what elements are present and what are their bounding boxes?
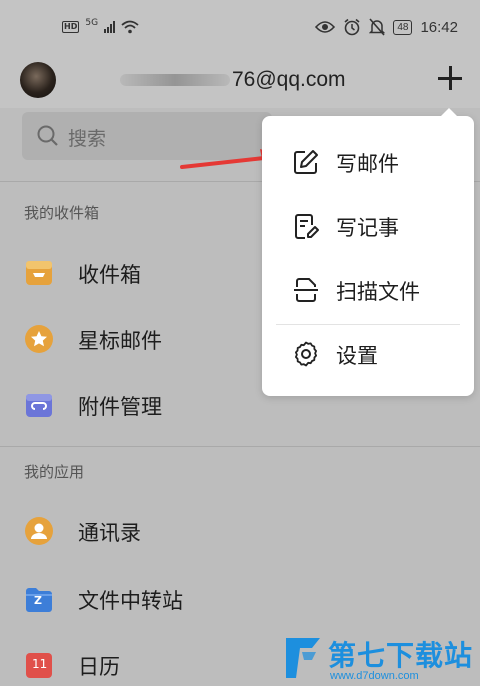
menu-item-note[interactable]: 写记事 [262, 198, 474, 254]
list-item-label: 附件管理 [78, 395, 162, 419]
menu-item-label: 写邮件 [336, 152, 399, 176]
status-bar: HD 5G 48 16:42 [0, 0, 480, 56]
inbox-section-title: 我的收件箱 [24, 204, 100, 222]
menu-item-scan[interactable]: 扫描文件 [262, 262, 474, 318]
alarm-icon [344, 18, 360, 36]
list-item-label: 收件箱 [78, 263, 141, 287]
app-header: 76@qq.com [0, 56, 480, 108]
calendar-badge: 11 [32, 657, 48, 671]
inbox-tray-icon [26, 261, 52, 285]
battery-icon: 48 [393, 19, 413, 35]
redacted-email [120, 74, 230, 86]
list-item-contacts[interactable]: 通讯录 [0, 500, 480, 564]
list-item-label: 日历 [78, 655, 120, 679]
status-right: 48 16:42 [315, 18, 458, 36]
contacts-icon [25, 517, 53, 545]
mute-icon [369, 18, 386, 36]
menu-divider [276, 324, 460, 325]
avatar[interactable] [20, 62, 56, 98]
eye-icon [315, 21, 336, 33]
attachment-icon [26, 394, 52, 417]
search-icon [37, 125, 58, 146]
compose-icon [294, 150, 318, 174]
menu-item-label: 扫描文件 [336, 280, 420, 304]
menu-item-compose[interactable]: 写邮件 [262, 134, 474, 190]
apps-section-title: 我的应用 [24, 463, 85, 481]
wifi-icon [121, 20, 139, 34]
list-item-label: 通讯录 [78, 521, 141, 545]
status-time: 16:42 [420, 18, 458, 36]
list-item-file-transfer[interactable]: 文件中转站 Z [0, 568, 480, 632]
plus-icon[interactable] [434, 62, 466, 94]
menu-item-settings[interactable]: 设置 [262, 326, 474, 382]
menu-item-label: 写记事 [336, 216, 399, 240]
add-menu-popup: 写邮件 写记事 扫描文件 设置 [262, 108, 474, 396]
list-item-label: 文件中转站 [78, 589, 183, 613]
scan-icon [294, 278, 318, 302]
menu-item-label: 设置 [336, 344, 378, 368]
note-icon [295, 214, 319, 239]
divider [0, 446, 480, 447]
watermark: 第七下载站 www.d7down.com [282, 632, 478, 686]
watermark-url: www.d7down.com [330, 670, 419, 682]
network-label: 5G [85, 18, 99, 28]
hd-indicator: HD [62, 21, 80, 33]
watermark-text: 第七下载站 [328, 639, 474, 672]
list-item-label: 星标邮件 [78, 329, 162, 353]
search-placeholder: 搜索 [68, 128, 107, 150]
folder-badge: Z [34, 594, 42, 607]
account-email[interactable]: 76@qq.com [120, 68, 346, 92]
gear-icon [295, 341, 317, 367]
status-left: HD 5G [62, 18, 139, 34]
star-icon [25, 325, 53, 353]
watermark-logo-icon [286, 638, 320, 678]
signal-icon [104, 21, 116, 33]
email-suffix: 76@qq.com [232, 68, 346, 91]
